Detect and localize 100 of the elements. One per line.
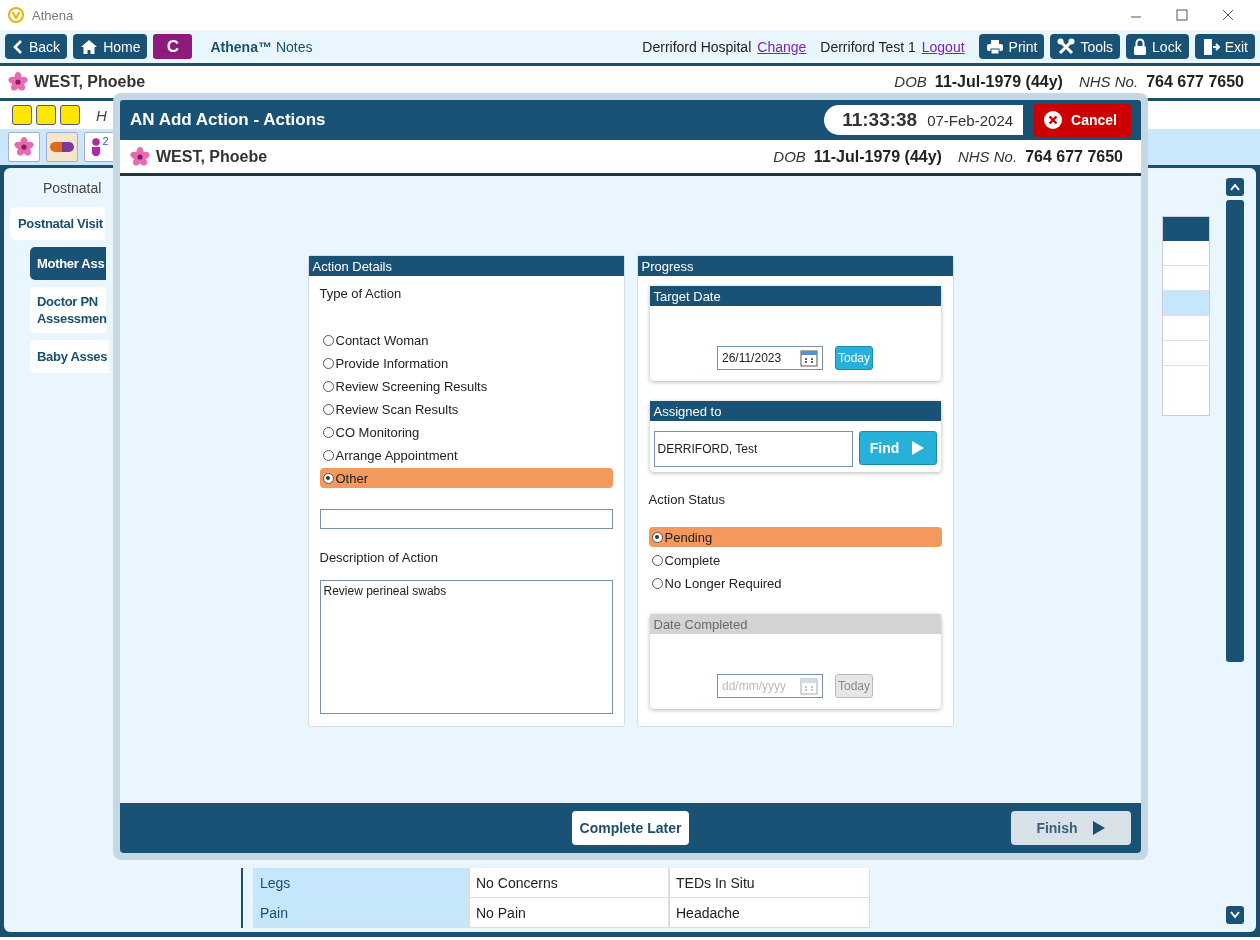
dob-value: 11-Jul-1979 (44y) <box>813 147 942 166</box>
home-icon <box>80 38 99 55</box>
radio-option[interactable]: Other <box>319 468 613 488</box>
description-field[interactable]: Review perineal swabs <box>319 580 613 714</box>
pill-button[interactable] <box>46 132 78 162</box>
sidebar-heading: Postnatal <box>42 180 102 198</box>
table-cell: Legs <box>253 868 469 898</box>
flower-button[interactable] <box>8 132 40 162</box>
nhs-value: 764 677 7650 <box>1025 147 1123 166</box>
sidebar-item[interactable]: Baby Asses <box>30 340 110 373</box>
date-field: dd/mm/yyyy <box>717 674 823 698</box>
person-icon <box>91 136 102 158</box>
count-label: 2 <box>102 135 109 147</box>
window-title: Athena <box>32 7 74 23</box>
toolbar-button[interactable]: Lock <box>1126 34 1189 59</box>
cancel-button[interactable]: Cancel <box>1033 103 1131 137</box>
tools-icon <box>1057 37 1076 56</box>
date-field[interactable]: 26/11/2023 <box>717 346 823 370</box>
nhs-label: NHS No. <box>1078 73 1139 90</box>
toolbar-button[interactable]: Exit <box>1194 34 1255 59</box>
play-icon <box>1091 820 1106 836</box>
scrollbar-thumb[interactable] <box>1226 200 1244 662</box>
exit-door-icon <box>1201 37 1220 56</box>
back-button[interactable]: Back <box>5 34 68 59</box>
dialog-title: AN Add Action - Actions <box>130 110 326 130</box>
nhs-label: NHS No. <box>957 147 1018 165</box>
radio-option[interactable]: Review Screening Results <box>319 376 613 396</box>
table-cell: No Concerns <box>469 868 669 898</box>
panel-title: Action Details <box>308 256 624 276</box>
field-label: Type of Action <box>319 286 403 301</box>
assignee-field[interactable]: DERRIFORD, Test <box>653 431 853 467</box>
table-cell: Pain <box>253 898 469 928</box>
calendar-icon <box>799 676 819 696</box>
toolbar-button[interactable]: Tools <box>1050 34 1121 59</box>
table-cell: No Pain <box>469 898 669 928</box>
radio-option[interactable]: Provide Information <box>319 353 613 373</box>
radio-icon[interactable] <box>651 531 663 543</box>
radio-icon[interactable] <box>322 426 334 438</box>
radio-icon[interactable] <box>322 449 334 461</box>
logout-link[interactable]: Logout <box>921 38 965 55</box>
radio-option[interactable]: Contact Woman <box>319 330 613 350</box>
sidebar-item[interactable]: Mother Ass <box>30 247 107 280</box>
person-button[interactable]: 2 <box>84 132 116 162</box>
radio-option[interactable]: Pending <box>648 527 942 547</box>
field-label: Description of Action <box>319 550 439 565</box>
app-name: Athena™ <box>210 38 272 55</box>
lock-icon <box>1133 37 1148 56</box>
toolbar-button[interactable]: Print <box>978 34 1045 59</box>
radio-option[interactable]: No Longer Required <box>648 573 942 593</box>
clock-display: 11:33:38 07-Feb-2024 <box>824 105 1024 135</box>
chevron-down-icon <box>1230 911 1240 919</box>
card-title: Target Date <box>649 286 941 306</box>
printer-icon <box>985 38 1004 55</box>
nhs-value: 764 677 7650 <box>1146 73 1244 91</box>
dob-value: 11-Jul-1979 (44y) <box>934 73 1063 91</box>
home-button[interactable]: Home <box>73 34 148 59</box>
scroll-up-button[interactable] <box>1226 178 1244 196</box>
close-icon[interactable] <box>1222 9 1234 21</box>
app-badge[interactable]: C <box>153 34 193 59</box>
panel-title: Progress <box>637 256 953 276</box>
radio-option[interactable]: CO Monitoring <box>319 422 613 442</box>
radio-icon[interactable] <box>651 577 663 589</box>
change-link[interactable]: Change <box>757 38 807 55</box>
radio-option[interactable]: Complete <box>648 550 942 570</box>
field-label: Action Status <box>648 492 727 507</box>
scroll-down-button[interactable] <box>1226 906 1244 924</box>
flower-icon <box>14 137 34 157</box>
radio-icon[interactable] <box>651 554 663 566</box>
radio-icon[interactable] <box>322 334 334 346</box>
cancel-icon <box>1043 110 1064 130</box>
complete-later-button[interactable]: Complete Later <box>571 811 690 845</box>
sidebar-item[interactable]: Doctor PN Assessmen <box>30 287 106 333</box>
card-title: Date Completed <box>649 614 941 634</box>
radio-icon[interactable] <box>322 380 334 392</box>
flower-icon <box>8 72 28 92</box>
back-icon <box>12 38 24 55</box>
radio-icon[interactable] <box>322 472 334 484</box>
dob-label: DOB <box>894 73 927 90</box>
maximize-icon[interactable] <box>1176 9 1188 21</box>
hospital-name: Derriford Hospital <box>642 38 752 55</box>
flower-icon <box>130 146 150 167</box>
input-field[interactable] <box>319 509 613 529</box>
pill-icon <box>49 141 75 153</box>
dob-label: DOB <box>773 147 806 165</box>
card-title: Assigned to <box>649 401 941 421</box>
radio-option[interactable]: Arrange Appointment <box>319 445 613 465</box>
patient-name: WEST, Phoebe <box>34 73 146 91</box>
calendar-icon <box>799 348 819 368</box>
radio-option[interactable]: Review Scan Results <box>319 399 613 419</box>
patient-name: WEST, Phoebe <box>156 147 268 166</box>
chevron-up-icon <box>1230 183 1240 191</box>
radio-icon[interactable] <box>322 403 334 415</box>
sidebar-item[interactable]: Postnatal Visit <box>10 207 105 240</box>
play-icon <box>911 440 926 456</box>
table-cell: TEDs In Situ <box>669 868 870 898</box>
radio-icon[interactable] <box>322 357 334 369</box>
app-subtitle: Notes <box>275 38 313 55</box>
alert-text: H <box>96 106 108 124</box>
user-name: Derriford Test 1 <box>820 38 916 55</box>
table-cell: Headache <box>669 898 870 928</box>
